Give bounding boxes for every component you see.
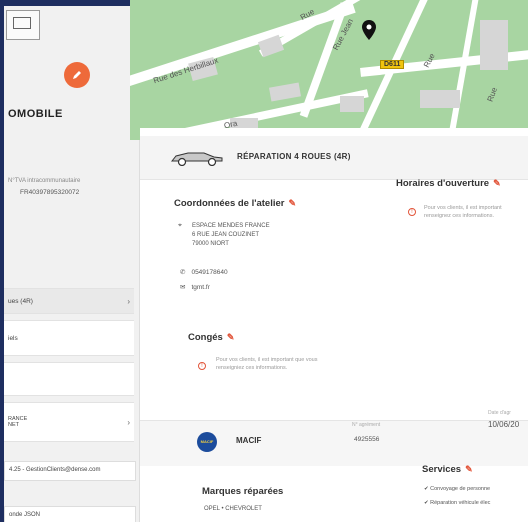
conges-warning: Pour vos clients, il est important que v… (216, 357, 318, 371)
phone-icon: ✆ (180, 269, 186, 276)
pencil-icon[interactable]: ✎ (465, 464, 473, 474)
sidebar: OMOBILE N°TVA intracommunautaire FR40397… (4, 6, 140, 522)
company-name: OMOBILE (8, 108, 63, 120)
map-pin-icon[interactable] (362, 20, 376, 40)
car-icon (170, 152, 223, 166)
date-label: Date d'agr (488, 410, 511, 416)
tva-label: N°TVA intracommunautaire (8, 178, 81, 184)
agreement-value: 4925556 (354, 436, 380, 443)
service-item: ✔ Convoyage de personne (424, 486, 491, 492)
pencil-icon[interactable]: ✎ (493, 178, 501, 188)
conges-section-title: Congés ✎ (188, 332, 235, 343)
address: ESPACE MENDES FRANCE 6 RUE JEAN COUZINET… (192, 223, 270, 247)
sidebar-item-2[interactable]: iels (4, 320, 134, 356)
address-block: ⌖ (178, 222, 182, 230)
phone-value: 0549178640 (191, 268, 228, 276)
brands-section-title: Marques réparées (202, 486, 284, 497)
email-value: tgmt.fr (191, 283, 210, 291)
macif-logo: MACIF (197, 432, 217, 452)
pencil-icon[interactable]: ✎ (288, 198, 296, 208)
sidebar-item-label: RANCE NET (8, 416, 28, 428)
page-title: RÉPARATION 4 ROUES (4R) (237, 152, 351, 161)
sidebar-item-label: iels (8, 334, 18, 342)
warning-icon: ! (198, 362, 206, 370)
date-value: 10/06/20 (488, 420, 520, 429)
sidebar-item-4r[interactable]: ues (4R) › (4, 288, 134, 314)
sidebar-item-label: ues (4R) (8, 297, 33, 305)
check-icon: ✔ (424, 486, 429, 492)
hours-section-title: Horaires d'ouverture ✎ (396, 178, 501, 189)
company-logo (6, 10, 40, 40)
map[interactable]: Rue des Herbillaux Rue Rue Jean Rue Rue … (130, 0, 528, 140)
sidebar-json-link[interactable]: onde JSON (4, 506, 136, 522)
pencil-icon[interactable]: ✎ (227, 332, 235, 342)
tva-value: FR40397895320072 (20, 189, 80, 196)
sidebar-email[interactable]: 4.25 - GestionClients@dense.com (4, 461, 136, 481)
sidebar-item-3[interactable] (4, 362, 134, 396)
service-item: ✔ Réparation véhicule élec (424, 500, 491, 506)
check-icon: ✔ (424, 500, 429, 506)
workshop-section-title: Coordonnées de l'atelier ✎ (174, 198, 297, 209)
sidebar-item-4[interactable]: RANCE NET › (4, 402, 134, 442)
insurance-name: MACIF (236, 436, 262, 445)
location-pin-icon: ⌖ (178, 222, 182, 229)
agreement-label: N° agrément (352, 422, 381, 428)
street-label: Rue (485, 86, 500, 103)
garage-details-card: RÉPARATION 4 ROUES (4R) Coordonnées de l… (140, 128, 528, 522)
pencil-icon (73, 71, 81, 79)
road-number-badge: D611 (380, 60, 405, 69)
brands-list: OPEL • CHEVROLET (204, 506, 262, 512)
title-bar: RÉPARATION 4 ROUES (4R) (140, 136, 528, 180)
warning-icon: ! (408, 208, 416, 216)
services-section-title: Services ✎ (422, 464, 473, 475)
email-line: ✉ tgmt.fr (180, 283, 210, 292)
edit-avatar-button[interactable] (64, 62, 90, 88)
chevron-right-icon: › (127, 296, 130, 306)
mail-icon: ✉ (180, 284, 186, 291)
hours-warning: Pour vos clients, il est important rense… (424, 205, 502, 219)
chevron-right-icon: › (127, 417, 130, 427)
phone-line: ✆ 0549178640 (180, 268, 228, 277)
